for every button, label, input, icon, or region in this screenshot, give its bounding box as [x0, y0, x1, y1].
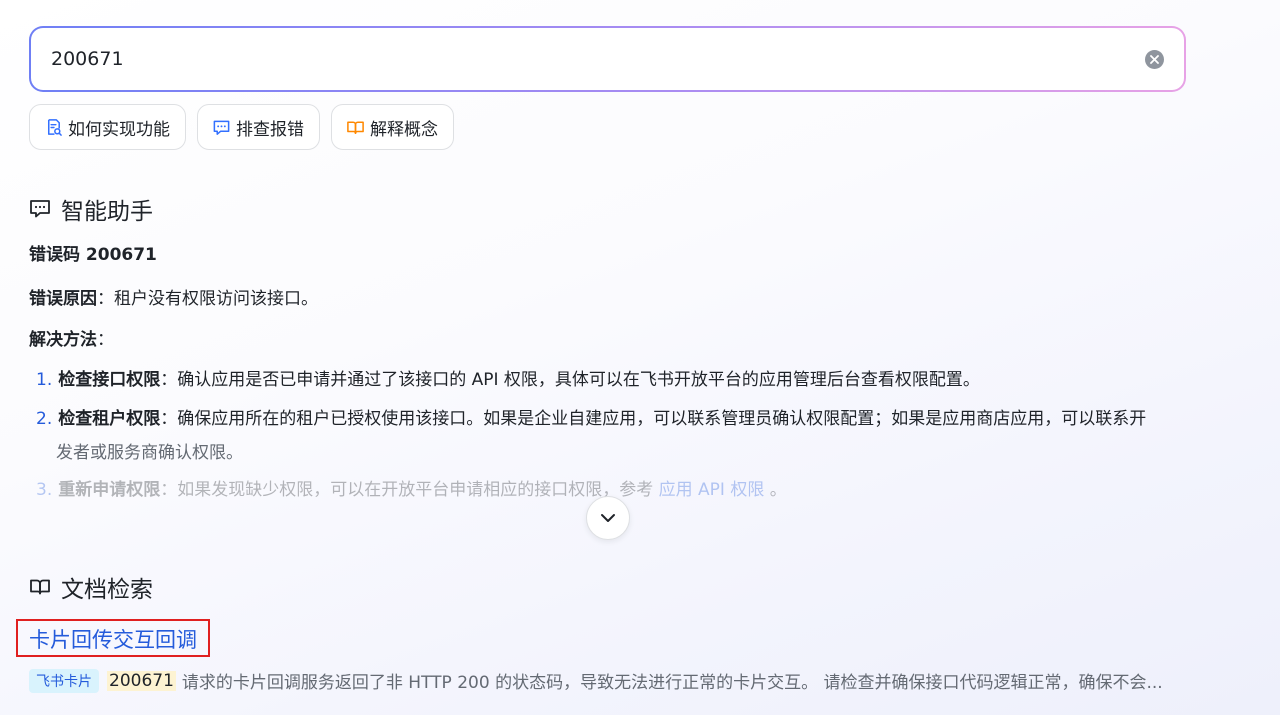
solution-item-1: 1. 检查接口权限：确认应用是否已申请并通过了该接口的 API 权限，具体可以在飞…: [36, 365, 980, 395]
cause-label: 错误原因: [29, 289, 97, 309]
error-heading: 错误码 200671: [29, 245, 157, 265]
chip-label: 解释概念: [370, 119, 438, 140]
expand-button[interactable]: [586, 496, 630, 540]
chat-icon: [30, 200, 50, 218]
item-number: 1.: [36, 370, 53, 390]
cause-text: ：租户没有权限访问该接口。: [97, 289, 318, 309]
item-text: ：确认应用是否已申请并通过了该接口的 API 权限，具体可以在飞书开放平台的应用…: [160, 370, 980, 390]
docs-title: 文档检索: [29, 570, 153, 604]
item-title: 检查租户权限: [58, 409, 161, 429]
solution-item-2-continued: 发者或服务商确认权限。: [56, 443, 243, 463]
docs-title-text: 文档检索: [61, 577, 153, 603]
item-text: ：确保应用所在的租户已授权使用该接口。如果是企业自建应用，可以联系管理员确认权限…: [160, 409, 1147, 429]
doc-search-icon: [47, 118, 62, 136]
solution-suffix: ：: [97, 330, 114, 350]
chip-label: 如何实现功能: [68, 119, 170, 140]
clear-icon[interactable]: [1145, 49, 1164, 69]
doc-result-link[interactable]: 卡片回传交互回调: [29, 624, 197, 654]
solution-item-3: 3. 重新申请权限：如果发现缺少权限，可以在开放平台申请相应的接口权限，参考 应用…: [36, 475, 787, 505]
assistant-title-text: 智能助手: [61, 199, 153, 225]
chip-label: 排查报错: [236, 119, 304, 140]
item-number: 3.: [36, 480, 53, 500]
api-permission-link[interactable]: 应用 API 权限: [659, 480, 765, 500]
chip-troubleshoot[interactable]: 排查报错: [197, 104, 320, 150]
assistant-title: 智能助手: [29, 192, 153, 226]
open-book-icon: [347, 121, 364, 134]
item-number: 2.: [36, 409, 53, 429]
item-title: 检查接口权限: [58, 370, 161, 390]
chat-bug-icon: [213, 120, 230, 135]
doc-tag: 飞书卡片: [29, 668, 99, 693]
search-box: [29, 26, 1186, 92]
snippet-text: 请求的卡片回调服务返回了非 HTTP 200 的状态码，导致无法进行正常的卡片交…: [181, 673, 1163, 693]
item-text-end: 。: [764, 480, 787, 500]
solution-item-2: 2. 检查租户权限：确保应用所在的租户已授权使用该接口。如果是企业自建应用，可以联…: [36, 404, 1146, 434]
open-book-icon: [30, 579, 50, 595]
doc-result-snippet: 飞书卡片 200671 请求的卡片回调服务返回了非 HTTP 200 的状态码，…: [29, 668, 1163, 693]
chevron-down-icon: [601, 514, 615, 522]
search-input[interactable]: [51, 48, 1145, 70]
highlight-keyword: 200671: [107, 670, 176, 691]
search-inner: [31, 28, 1184, 90]
solution-label: 解决方法: [29, 330, 97, 350]
chip-how-to[interactable]: 如何实现功能: [29, 104, 186, 150]
item-title: 重新申请权限: [58, 480, 161, 500]
error-cause: 错误原因：租户没有权限访问该接口。: [29, 284, 318, 309]
quick-chips: 如何实现功能 排查报错 解释概念: [29, 104, 454, 150]
solution-heading: 解决方法：: [29, 325, 114, 350]
chip-explain[interactable]: 解释概念: [331, 104, 454, 150]
item-text: ：如果发现缺少权限，可以在开放平台申请相应的接口权限，参考: [160, 480, 659, 500]
